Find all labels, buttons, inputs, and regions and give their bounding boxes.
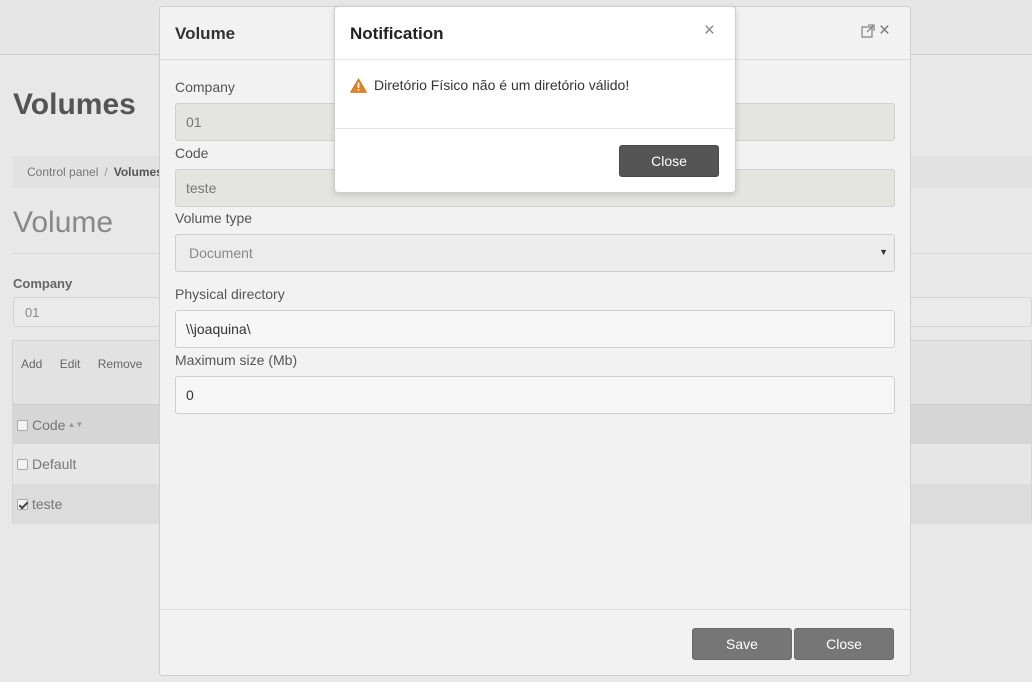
save-button[interactable]: Save	[692, 628, 792, 660]
breadcrumb-control-panel[interactable]: Control panel	[27, 165, 98, 179]
notification-body: Diretório Físico não é um diretório váli…	[350, 77, 629, 93]
sort-icon[interactable]: ▲▼	[67, 420, 83, 429]
volume-type-select[interactable]: Document ▼	[175, 234, 895, 272]
volume-type-label: Volume type	[175, 210, 253, 226]
remove-button[interactable]: Remove	[98, 357, 143, 371]
company-label: Company	[13, 276, 73, 291]
column-code-header[interactable]: Code	[32, 417, 65, 433]
section-title: Volume	[13, 206, 114, 239]
physical-directory-field[interactable]: \\joaquina\	[175, 310, 895, 348]
modal-header-icons: ×	[861, 21, 890, 40]
chevron-down-icon[interactable]: ▼	[879, 247, 888, 257]
breadcrumb-separator: /	[104, 165, 108, 179]
physical-directory-label: Physical directory	[175, 286, 285, 302]
close-icon[interactable]: ×	[879, 21, 890, 40]
modal-footer: Save Close	[160, 609, 910, 675]
breadcrumb-current: Volumes	[113, 165, 163, 179]
notification-message: Diretório Físico não é um diretório váli…	[374, 77, 630, 93]
maximum-size-field[interactable]: 0	[175, 376, 895, 414]
close-icon[interactable]: ×	[704, 21, 715, 40]
notification-title: Notification	[350, 24, 444, 43]
notification-close-button[interactable]: Close	[619, 145, 719, 177]
notification-header: Notification ×	[335, 7, 735, 60]
external-link-icon[interactable]	[861, 23, 875, 38]
add-button[interactable]: Add	[21, 357, 42, 371]
row-checkbox[interactable]	[17, 459, 28, 470]
code-label: Code	[175, 145, 209, 161]
close-button[interactable]: Close	[794, 628, 894, 660]
warning-icon	[350, 77, 367, 93]
company-label: Company	[175, 79, 235, 95]
row-checkbox[interactable]	[17, 499, 28, 510]
select-all-checkbox[interactable]	[17, 420, 28, 431]
modal-title: Volume	[175, 24, 236, 43]
maximum-size-label: Maximum size (Mb)	[175, 352, 298, 368]
notification-footer: Close	[335, 128, 735, 192]
page-title: Volumes	[13, 88, 136, 121]
volume-type-value: Document	[189, 245, 253, 261]
row-code: teste	[32, 496, 63, 512]
notification-dialog: Notification × Diretório Físico não é um…	[334, 6, 736, 193]
row-code: Default	[32, 456, 77, 472]
edit-button[interactable]: Edit	[60, 357, 81, 371]
